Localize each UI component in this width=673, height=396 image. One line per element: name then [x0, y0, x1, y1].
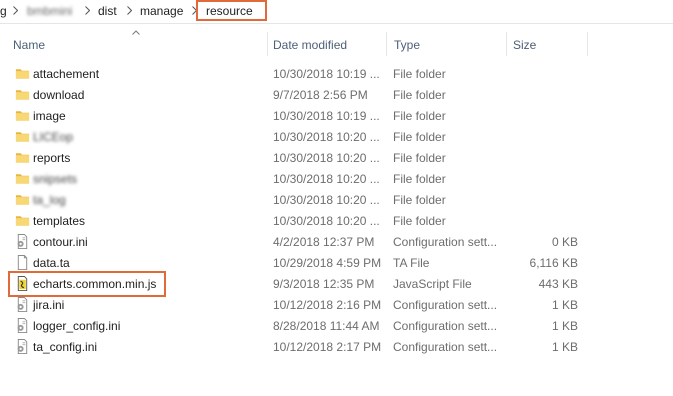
breadcrumb-hidden-segment[interactable]: bmbmini — [27, 4, 72, 19]
folder-icon — [15, 66, 30, 81]
file-name: LICEop — [33, 130, 74, 144]
file-type: File folder — [393, 130, 446, 144]
file-date-modified: 10/12/2018 2:17 PM — [273, 340, 382, 354]
folder-icon — [15, 171, 30, 186]
file-date-modified: 10/30/2018 10:20 ... — [273, 130, 380, 144]
file-date-modified: 10/30/2018 10:20 ... — [273, 193, 380, 207]
file-type: File folder — [393, 88, 446, 102]
file-highlight-box — [8, 271, 166, 297]
file-type: File folder — [393, 214, 446, 228]
file-date-modified: 10/29/2018 4:59 PM — [273, 256, 382, 270]
column-header-name[interactable]: Name — [13, 38, 45, 52]
chevron-right-icon[interactable] — [127, 6, 132, 15]
blank-file-icon — [15, 255, 30, 270]
file-name: attachement — [33, 67, 100, 81]
folder-icon — [15, 150, 30, 165]
folder-icon — [15, 192, 30, 207]
file-type: Configuration sett... — [393, 298, 498, 312]
sort-ascending-icon — [132, 30, 140, 35]
folder-icon — [15, 87, 30, 102]
config-file-icon — [15, 297, 30, 312]
file-name: data.ta — [33, 256, 70, 270]
file-row[interactable]: image 10/30/2018 10:19 ... File folder — [8, 105, 588, 126]
file-name: logger_config.ini — [33, 319, 121, 333]
folder-icon — [15, 108, 30, 123]
file-date-modified: 10/30/2018 10:19 ... — [273, 109, 380, 123]
file-row[interactable]: download 9/7/2018 2:56 PM File folder — [8, 84, 588, 105]
column-divider[interactable] — [506, 32, 507, 56]
file-size: 443 KB — [538, 277, 578, 291]
file-date-modified: 10/30/2018 10:20 ... — [273, 151, 380, 165]
column-header-date-modified[interactable]: Date modified — [273, 38, 347, 52]
file-name: reports — [33, 151, 71, 165]
folder-icon — [15, 213, 30, 228]
column-header-size[interactable]: Size — [513, 38, 536, 52]
file-type: TA File — [393, 256, 430, 270]
file-date-modified: 10/30/2018 10:20 ... — [273, 172, 380, 186]
file-size: 1 KB — [551, 319, 578, 333]
file-date-modified: 10/12/2018 2:16 PM — [273, 298, 382, 312]
file-date-modified: 9/3/2018 12:35 PM — [273, 277, 375, 291]
file-type: File folder — [393, 151, 446, 165]
column-divider[interactable] — [267, 32, 268, 56]
column-header-type[interactable]: Type — [394, 38, 420, 52]
file-row[interactable]: attachement 10/30/2018 10:19 ... File fold… — [8, 63, 588, 84]
config-file-icon — [15, 318, 30, 333]
file-type: Configuration sett... — [393, 340, 498, 354]
file-date-modified: 9/7/2018 2:56 PM — [273, 88, 368, 102]
file-type: Configuration sett... — [393, 319, 498, 333]
file-row[interactable]: data.ta 10/29/2018 4:59 PM TA File 6,116 KB — [8, 252, 588, 273]
file-name: ta_config.ini — [33, 340, 98, 354]
file-name: download — [33, 88, 85, 102]
file-name: ta_log — [33, 193, 66, 207]
chevron-right-icon[interactable] — [13, 6, 18, 15]
file-date-modified: 10/30/2018 10:20 ... — [273, 214, 380, 228]
config-file-icon — [15, 234, 30, 249]
file-type: File folder — [393, 109, 446, 123]
file-type: File folder — [393, 193, 446, 207]
file-row[interactable]: LICEop 10/30/2018 10:20 ... File folder — [8, 126, 588, 147]
file-name: contour.ini — [33, 235, 88, 249]
column-divider[interactable] — [386, 32, 387, 56]
chevron-right-icon[interactable] — [85, 6, 90, 15]
file-date-modified: 8/28/2018 11:44 AM — [273, 319, 380, 333]
breadcrumb: g bmbmini dist manage resource — [0, 0, 673, 24]
file-size: 1 KB — [551, 298, 578, 312]
file-size: 1 KB — [551, 340, 578, 354]
file-row[interactable]: snipsets 10/30/2018 10:20 ... File folder — [8, 168, 588, 189]
breadcrumb-segment-manage[interactable]: manage — [140, 4, 183, 19]
file-row[interactable]: templates 10/30/2018 10:20 ... File folder — [8, 210, 588, 231]
file-row[interactable]: logger_config.ini 8/28/2018 11:44 AM Confi… — [8, 315, 588, 336]
breadcrumb-leading[interactable]: g — [0, 4, 7, 19]
file-row[interactable]: ta_log 10/30/2018 10:20 ... File folder — [8, 189, 588, 210]
breadcrumb-highlight-box — [196, 0, 267, 21]
config-file-icon — [15, 339, 30, 354]
file-row[interactable]: jira.ini 10/12/2018 2:16 PM Configuration … — [8, 294, 588, 315]
file-type: Configuration sett... — [393, 235, 498, 249]
file-name: image — [33, 109, 66, 123]
file-name: jira.ini — [33, 298, 65, 312]
file-name: templates — [33, 214, 86, 228]
file-row[interactable]: contour.ini 4/2/2018 12:37 PM Configuratio… — [8, 231, 588, 252]
breadcrumb-segment-dist[interactable]: dist — [98, 4, 117, 19]
file-name: snipsets — [33, 172, 78, 186]
folder-icon — [15, 129, 30, 144]
file-date-modified: 4/2/2018 12:37 PM — [273, 235, 375, 249]
file-type: JavaScript File — [393, 277, 472, 291]
file-row[interactable]: ta_config.ini 10/12/2018 2:17 PM Configura… — [8, 336, 588, 357]
file-type: File folder — [393, 172, 446, 186]
file-size: 6,116 KB — [529, 256, 578, 270]
column-divider[interactable] — [587, 32, 588, 56]
file-date-modified: 10/30/2018 10:19 ... — [273, 67, 380, 81]
file-size: 0 KB — [551, 235, 578, 249]
file-row[interactable]: reports 10/30/2018 10:20 ... File folder — [8, 147, 588, 168]
file-type: File folder — [393, 67, 446, 81]
